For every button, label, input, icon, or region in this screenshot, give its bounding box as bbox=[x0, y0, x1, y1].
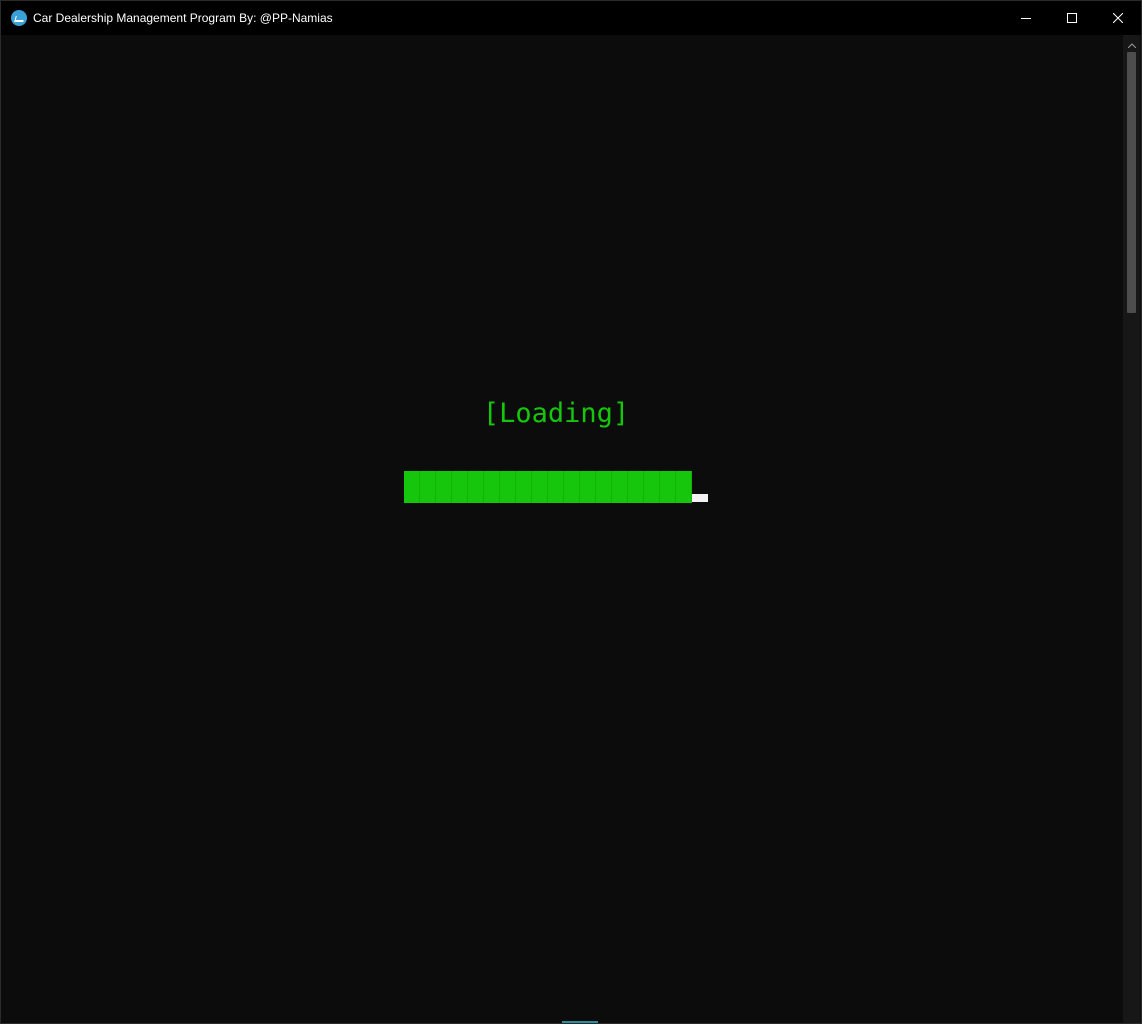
scrollbar-thumb[interactable] bbox=[1127, 52, 1136, 313]
progress-segment bbox=[548, 471, 564, 503]
loading-progress-bar bbox=[404, 471, 692, 503]
console-window: Car Dealership Management Program By: @P… bbox=[0, 0, 1142, 1024]
progress-segment bbox=[628, 471, 644, 503]
maximize-icon bbox=[1067, 13, 1077, 23]
taskbar-indicator bbox=[562, 1021, 598, 1023]
title-bar[interactable]: Car Dealership Management Program By: @P… bbox=[1, 1, 1141, 35]
chevron-up-icon bbox=[1127, 35, 1136, 53]
close-icon bbox=[1113, 13, 1123, 23]
progress-segment bbox=[644, 471, 660, 503]
minimize-icon bbox=[1021, 13, 1031, 23]
vertical-scrollbar[interactable] bbox=[1123, 35, 1140, 1023]
loading-label: [Loading] bbox=[482, 398, 630, 429]
minimize-button[interactable] bbox=[1003, 1, 1049, 35]
progress-segment bbox=[420, 471, 436, 503]
progress-segment bbox=[436, 471, 452, 503]
text-cursor bbox=[692, 494, 708, 502]
progress-segment bbox=[532, 471, 548, 503]
app-icon[interactable] bbox=[11, 10, 27, 26]
progress-segment bbox=[484, 471, 500, 503]
progress-segment bbox=[660, 471, 676, 503]
progress-segment bbox=[564, 471, 580, 503]
progress-segment bbox=[612, 471, 628, 503]
window-controls bbox=[1003, 1, 1141, 35]
progress-segment bbox=[452, 471, 468, 503]
progress-segment bbox=[404, 471, 420, 503]
progress-segment bbox=[500, 471, 516, 503]
progress-segment bbox=[468, 471, 484, 503]
progress-segment bbox=[516, 471, 532, 503]
maximize-button[interactable] bbox=[1049, 1, 1095, 35]
console-output[interactable]: [Loading] bbox=[1, 35, 1122, 1023]
window-title: Car Dealership Management Program By: @P… bbox=[33, 11, 333, 25]
scroll-up-button[interactable] bbox=[1123, 35, 1140, 52]
close-button[interactable] bbox=[1095, 1, 1141, 35]
progress-segment bbox=[580, 471, 596, 503]
progress-segment bbox=[596, 471, 612, 503]
progress-segment bbox=[676, 471, 692, 503]
